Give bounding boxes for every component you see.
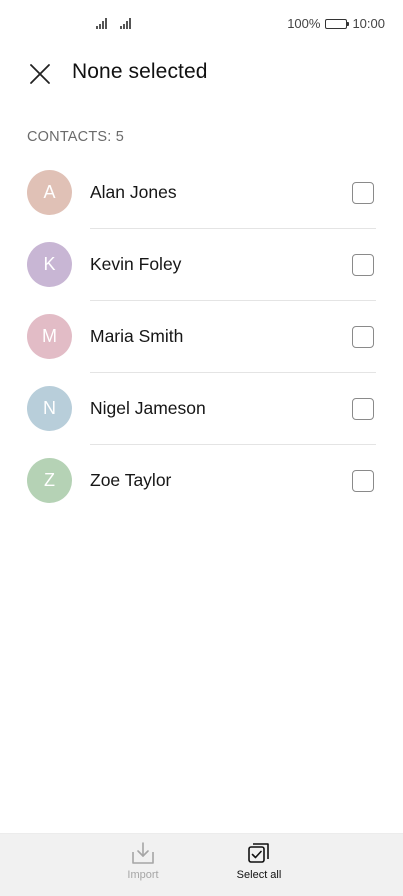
avatar: K <box>27 242 72 287</box>
close-icon <box>30 64 50 84</box>
clock: 10:00 <box>352 16 385 31</box>
contact-row[interactable]: N Nigel Jameson <box>0 373 403 445</box>
contact-checkbox[interactable] <box>352 398 374 420</box>
page-title: None selected <box>72 60 208 83</box>
contact-name: Alan Jones <box>90 182 177 202</box>
battery-percent: 100% <box>287 16 321 31</box>
battery-icon <box>325 18 350 29</box>
avatar: Z <box>27 458 72 503</box>
contact-name: Zoe Taylor <box>90 470 172 490</box>
bottom-toolbar: Import Select all <box>0 833 403 896</box>
select-all-button[interactable]: Select all <box>219 840 299 881</box>
import-button[interactable]: Import <box>103 840 183 881</box>
avatar: N <box>27 386 72 431</box>
select-all-label: Select all <box>236 869 282 881</box>
contact-row[interactable]: A Alan Jones <box>0 157 403 229</box>
select-all-icon <box>248 843 269 863</box>
close-button[interactable] <box>24 58 56 90</box>
contact-name: Maria Smith <box>90 326 184 346</box>
signal-icon <box>96 17 107 29</box>
contacts-count-label: CONTACTS: 5 <box>27 129 124 145</box>
contact-list: A Alan Jones K Kevin Foley M Maria Smith… <box>0 157 403 517</box>
contact-checkbox[interactable] <box>352 182 374 204</box>
contact-row[interactable]: K Kevin Foley <box>0 229 403 301</box>
header: None selected <box>0 52 403 94</box>
contact-checkbox[interactable] <box>352 326 374 348</box>
contact-row[interactable]: Z Zoe Taylor <box>0 445 403 517</box>
avatar: M <box>27 314 72 359</box>
import-label: Import <box>127 869 159 881</box>
contact-checkbox[interactable] <box>352 470 374 492</box>
status-right: 100% 10:00 <box>287 16 385 31</box>
import-icon <box>132 842 154 864</box>
avatar: A <box>27 170 72 215</box>
screen: 100% 10:00 None selected CONTACTS: 5 A A… <box>0 0 403 896</box>
contact-name: Nigel Jameson <box>90 398 206 418</box>
contact-name: Kevin Foley <box>90 254 182 274</box>
contact-checkbox[interactable] <box>352 254 374 276</box>
contact-row[interactable]: M Maria Smith <box>0 301 403 373</box>
signal-icon <box>120 17 131 29</box>
status-bar: 100% 10:00 <box>0 0 403 48</box>
